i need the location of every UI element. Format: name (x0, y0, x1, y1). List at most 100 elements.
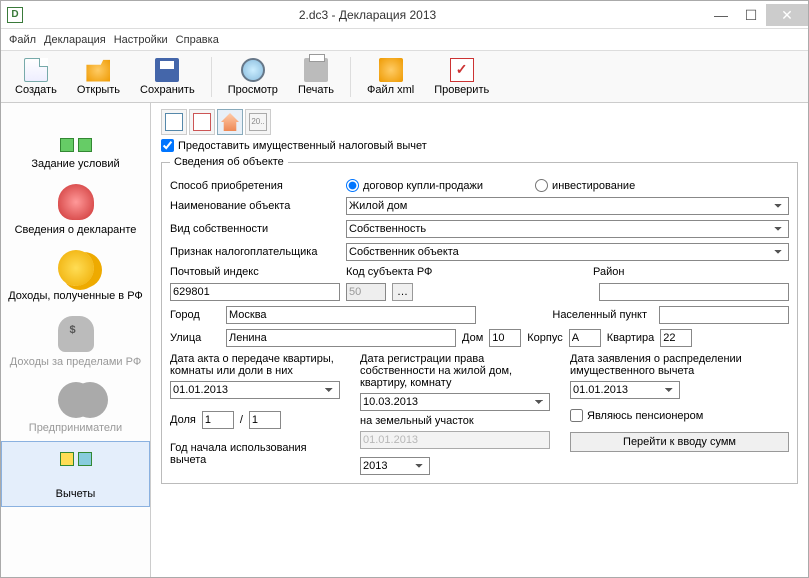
new-button[interactable]: Создать (7, 56, 65, 98)
separator (211, 57, 212, 97)
document-check-icon (165, 113, 183, 131)
subtab-standard[interactable] (161, 109, 187, 135)
district-input[interactable] (599, 283, 789, 301)
district-label: Район (593, 266, 653, 278)
pensioner-label: Являюсь пенсионером (587, 410, 703, 422)
group-icon (58, 382, 94, 418)
object-fieldset: Сведения об объекте Способ приобретения … (161, 156, 798, 484)
menu-file[interactable]: Файл (9, 34, 36, 46)
person-icon (58, 184, 94, 220)
street-input[interactable] (226, 329, 456, 347)
own-type-label: Вид собственности (170, 223, 340, 235)
folder-open-icon (86, 58, 110, 82)
minimize-button[interactable]: — (706, 4, 736, 26)
magnifier-icon (241, 58, 265, 82)
date-reg-input[interactable]: 10.03.2013 (360, 393, 550, 411)
separator (350, 57, 351, 97)
zip-label: Почтовый индекс (170, 266, 340, 278)
sidebar-item-deductions[interactable]: Вычеты (1, 441, 150, 507)
sidebar-item-entrepreneurs[interactable]: Предприниматели (1, 375, 150, 441)
save-label: Сохранить (140, 84, 195, 96)
sidebar-label: Доходы, полученные в РФ (8, 290, 143, 302)
obj-name-label: Наименование объекта (170, 200, 340, 212)
sub-toolbar: 20.. (161, 109, 798, 135)
sidebar-item-conditions[interactable]: Задание условий (1, 111, 150, 177)
menu-settings[interactable]: Настройки (114, 34, 168, 46)
money-bag-icon (58, 316, 94, 352)
sidebar-item-declarant[interactable]: Сведения о декларанте (1, 177, 150, 243)
street-label: Улица (170, 332, 220, 344)
radio-sale[interactable] (346, 179, 359, 192)
pensioner-checkbox[interactable] (570, 409, 583, 422)
city-input[interactable] (226, 306, 476, 324)
toolbar: Создать Открыть Сохранить Просмотр Печат… (1, 51, 808, 103)
region-input (346, 283, 386, 301)
menu-declaration[interactable]: Декларация (44, 34, 106, 46)
acq-method-label: Способ приобретения (170, 180, 340, 192)
radio-invest-label: инвестирование (552, 180, 635, 192)
fieldset-legend: Сведения об объекте (170, 156, 288, 168)
save-button[interactable]: Сохранить (132, 56, 203, 98)
subtab-social[interactable] (189, 109, 215, 135)
year-start-label: Год начала использования вычета (170, 442, 340, 466)
menubar: Файл Декларация Настройки Справка (1, 29, 808, 51)
settlement-input[interactable] (659, 306, 789, 324)
close-button[interactable]: ✕ (766, 4, 808, 26)
view-button[interactable]: Просмотр (220, 56, 286, 98)
house-label: Дом (462, 332, 483, 344)
date-reg-label: Дата регистрации права собственности на … (360, 353, 550, 389)
sidebar-label: Вычеты (56, 488, 96, 500)
date-land-input: 01.01.2013 (360, 431, 550, 449)
year-start-input[interactable]: 2013 (360, 457, 430, 475)
building-input[interactable] (569, 329, 601, 347)
zip-input[interactable] (170, 283, 340, 301)
city-label: Город (170, 309, 220, 321)
xml-icon (379, 58, 403, 82)
goto-sums-button[interactable]: Перейти к вводу сумм (570, 432, 789, 452)
provide-deduction-checkbox[interactable] (161, 139, 174, 152)
region-lookup-button[interactable]: … (392, 283, 413, 301)
date-act-input[interactable]: 01.01.2013 (170, 381, 340, 399)
own-type-select[interactable]: Собственность (346, 220, 789, 238)
app-icon: D (7, 7, 23, 23)
sidebar: Задание условий Сведения о декларанте До… (1, 103, 151, 577)
date-app-label: Дата заявления о распределении имуществе… (570, 353, 789, 377)
settlement-label: Населенный пункт (482, 309, 653, 321)
obj-name-select[interactable]: Жилой дом (346, 197, 789, 215)
xml-button[interactable]: Файл xml (359, 56, 422, 98)
subtab-doc20[interactable]: 20.. (245, 109, 271, 135)
radio-invest[interactable] (535, 179, 548, 192)
coins-icon (58, 250, 94, 286)
payer-type-label: Признак налогоплательщика (170, 246, 340, 258)
doc20-icon: 20.. (249, 113, 267, 131)
region-label: Код субъекта РФ (346, 266, 496, 278)
maximize-button[interactable]: ☐ (736, 4, 766, 26)
house-icon (221, 113, 239, 131)
checkmark-icon (450, 58, 474, 82)
sidebar-label: Доходы за пределами РФ (10, 356, 141, 368)
sidebar-item-income-rf[interactable]: Доходы, полученные в РФ (1, 243, 150, 309)
calc-icon (58, 448, 94, 484)
print-button[interactable]: Печать (290, 56, 342, 98)
sidebar-label: Задание условий (31, 158, 119, 170)
check-label: Проверить (434, 84, 489, 96)
house-input[interactable] (489, 329, 521, 347)
date-land-label: на земельный участок (360, 415, 550, 427)
sidebar-label: Сведения о декларанте (15, 224, 137, 236)
flat-input[interactable] (660, 329, 692, 347)
floppy-icon (155, 58, 179, 82)
provide-deduction-label: Предоставить имущественный налоговый выч… (178, 140, 427, 152)
open-label: Открыть (77, 84, 120, 96)
building-label: Корпус (527, 332, 562, 344)
payer-type-select[interactable]: Собственник объекта (346, 243, 789, 261)
tree-icon (58, 118, 94, 154)
check-button[interactable]: Проверить (426, 56, 497, 98)
share-den-input[interactable] (249, 411, 281, 429)
subtab-property[interactable] (217, 109, 243, 135)
open-button[interactable]: Открыть (69, 56, 128, 98)
titlebar: D 2.dc3 - Декларация 2013 — ☐ ✕ (1, 1, 808, 29)
share-num-input[interactable] (202, 411, 234, 429)
menu-help[interactable]: Справка (176, 34, 219, 46)
date-app-input[interactable]: 01.01.2013 (570, 381, 680, 399)
sidebar-item-income-abroad[interactable]: Доходы за пределами РФ (1, 309, 150, 375)
